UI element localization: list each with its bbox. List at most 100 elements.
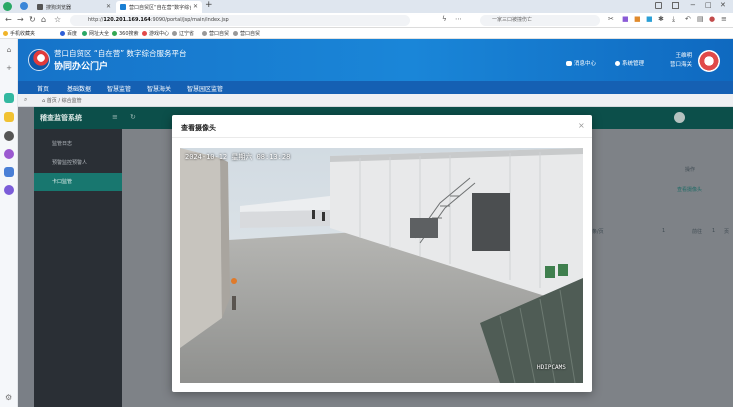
- sidebar-item-gate[interactable]: 卡口监管: [34, 173, 122, 191]
- settings-icon[interactable]: ⚙: [5, 393, 12, 402]
- bookmark-item[interactable]: 百度: [60, 30, 77, 37]
- search-input[interactable]: 一家三口被撞伤亡: [480, 15, 600, 26]
- bookmark-item[interactable]: 手机收藏夹: [3, 30, 35, 37]
- app-icon[interactable]: [4, 93, 14, 103]
- warehouse-opening: [410, 218, 438, 238]
- sidebar-item-log[interactable]: 监管日志: [34, 135, 122, 153]
- browser-shield-icon[interactable]: [20, 2, 28, 10]
- globe-icon: [82, 31, 87, 36]
- star-icon: [3, 31, 8, 36]
- search-icon[interactable]: ⌕: [24, 96, 27, 104]
- url-field[interactable]: http://120.201.169.164:9090/portal/jsp/m…: [70, 15, 410, 26]
- nav-item-smart-park[interactable]: 智慧园区监管: [187, 84, 223, 93]
- browser-sidebar: ⌂ +: [0, 39, 18, 407]
- bookmark-star-icon[interactable]: ☆: [54, 15, 61, 24]
- chat-icon: [566, 60, 572, 66]
- app-sidebar: 监管日志 预警监控预警人 卡口监管: [34, 129, 122, 407]
- refresh-icon[interactable]: ↻: [130, 113, 136, 121]
- app-icon[interactable]: [4, 131, 14, 141]
- tab-favicon-icon: [120, 4, 126, 10]
- url-prefix: http://: [88, 17, 104, 23]
- pagination-current[interactable]: 1: [662, 228, 665, 234]
- url-host: 120.201.169.164: [103, 17, 151, 23]
- menu-icon[interactable]: ≡: [721, 15, 727, 23]
- bookmark-item[interactable]: 360搜索: [112, 30, 139, 37]
- portal-title: 营口自贸区 “自在营” 数字综合服务平台: [54, 49, 187, 58]
- bookmark-item[interactable]: 营口自贸: [233, 30, 260, 37]
- minimize-button[interactable]: −: [690, 1, 696, 9]
- browser-menu-icon[interactable]: [655, 2, 662, 9]
- undo-icon[interactable]: ↶: [685, 15, 691, 23]
- bookmark-item[interactable]: 网址大全: [82, 30, 109, 37]
- extension-icon[interactable]: ■: [646, 15, 653, 23]
- camera-label: HDIPCAMS: [537, 364, 566, 371]
- tab-portal[interactable]: 营口自贸区“自在营”数字综合服务 ✕: [116, 1, 202, 13]
- nav-item-smart-supervision[interactable]: 智慧监管: [107, 84, 131, 93]
- menu-toggle-icon[interactable]: ≡: [112, 113, 118, 121]
- bookmark-item[interactable]: 游戏中心: [142, 30, 169, 37]
- browser-logo-icon[interactable]: [3, 2, 12, 11]
- maximize-button[interactable]: □: [705, 1, 712, 9]
- extension-icon[interactable]: ■: [622, 15, 629, 23]
- cut-icon[interactable]: ✂: [608, 15, 614, 23]
- app-user-avatar[interactable]: [674, 112, 685, 123]
- user-info[interactable]: 王维明 营口海关: [670, 52, 692, 70]
- tab-sogou[interactable]: 搜狗浏览器 ✕: [33, 1, 115, 13]
- bookmark-item[interactable]: 辽宁省: [172, 30, 194, 37]
- camera-scene: [180, 148, 583, 383]
- tab-close-icon[interactable]: ✕: [106, 3, 111, 10]
- view-camera-link[interactable]: 查看摄像头: [677, 186, 702, 193]
- close-icon[interactable]: ×: [578, 121, 585, 130]
- pagination-unit: 页: [724, 229, 730, 235]
- bookmark-item[interactable]: 营口自贸: [202, 30, 229, 37]
- close-window-button[interactable]: ✕: [720, 1, 726, 9]
- pagination-size[interactable]: 条/页: [592, 228, 604, 235]
- gear-icon: [615, 60, 620, 66]
- breadcrumb: ⌂ 首页 / 综合监管: [42, 98, 82, 104]
- breadcrumb-current: 综合监管: [61, 98, 82, 104]
- home-icon[interactable]: ⌂: [4, 45, 14, 55]
- message-center-button[interactable]: 消息中心: [566, 59, 596, 67]
- nav-item-basic-data[interactable]: 基础数据: [67, 84, 91, 93]
- tab-close-icon[interactable]: ✕: [193, 3, 198, 10]
- app-icon[interactable]: [4, 149, 14, 159]
- new-tab-button[interactable]: +: [205, 0, 213, 10]
- globe-icon: [172, 31, 177, 36]
- globe-icon: [202, 31, 207, 36]
- profile-icon[interactable]: ●: [709, 15, 715, 23]
- wallet-icon[interactable]: ▤: [697, 15, 704, 23]
- portal-logo: [28, 49, 50, 71]
- system-settings-button[interactable]: 系统管理: [615, 59, 644, 67]
- extension-icon[interactable]: ■: [634, 15, 641, 23]
- tab-label: 营口自贸区“自在营”数字综合服务: [129, 4, 191, 11]
- distant-warehouse-wall: [240, 210, 330, 228]
- forward-icon[interactable]: →: [17, 15, 24, 24]
- browser-address-bar: ← → ↻ ⌂ ☆ http://120.201.169.164:9090/po…: [0, 13, 733, 28]
- app-icon[interactable]: [4, 167, 14, 177]
- download-icon[interactable]: ⤓: [672, 15, 675, 24]
- home-icon[interactable]: ⌂: [41, 15, 46, 24]
- reload-icon[interactable]: ↻: [29, 15, 36, 24]
- browser-pin-icon[interactable]: [672, 2, 679, 9]
- avatar[interactable]: [698, 50, 720, 72]
- left-building: [180, 148, 222, 348]
- app-title: 稽查监管系统: [40, 114, 82, 122]
- nav-item-home[interactable]: 首页: [37, 84, 49, 93]
- lightning-icon[interactable]: ϟ: [442, 15, 447, 23]
- sidebar-item-warning[interactable]: 预警监控预警人: [34, 154, 122, 172]
- breadcrumb-home[interactable]: 首页: [47, 98, 57, 104]
- app-icon[interactable]: [4, 185, 14, 195]
- puzzle-icon[interactable]: ✱: [658, 15, 664, 23]
- person: [232, 296, 236, 310]
- pagination-goto-input[interactable]: 1: [712, 228, 715, 234]
- search-icon: [112, 31, 117, 36]
- bookmarks-bar: 手机收藏夹 百度 网址大全 360搜索 游戏中心 辽宁省 营口自贸 营口自贸: [0, 28, 733, 39]
- user-name: 王维明: [675, 53, 693, 59]
- camera-feed[interactable]: 2024-10-12 星期六 08:13:28 HDIPCAMS: [180, 148, 583, 383]
- app-icon[interactable]: [4, 112, 14, 122]
- add-icon[interactable]: +: [4, 63, 14, 73]
- back-icon[interactable]: ←: [5, 15, 12, 24]
- person: [312, 210, 315, 219]
- nav-item-smart-customs[interactable]: 智慧海关: [147, 84, 171, 93]
- more-icon[interactable]: ⋯: [455, 15, 462, 23]
